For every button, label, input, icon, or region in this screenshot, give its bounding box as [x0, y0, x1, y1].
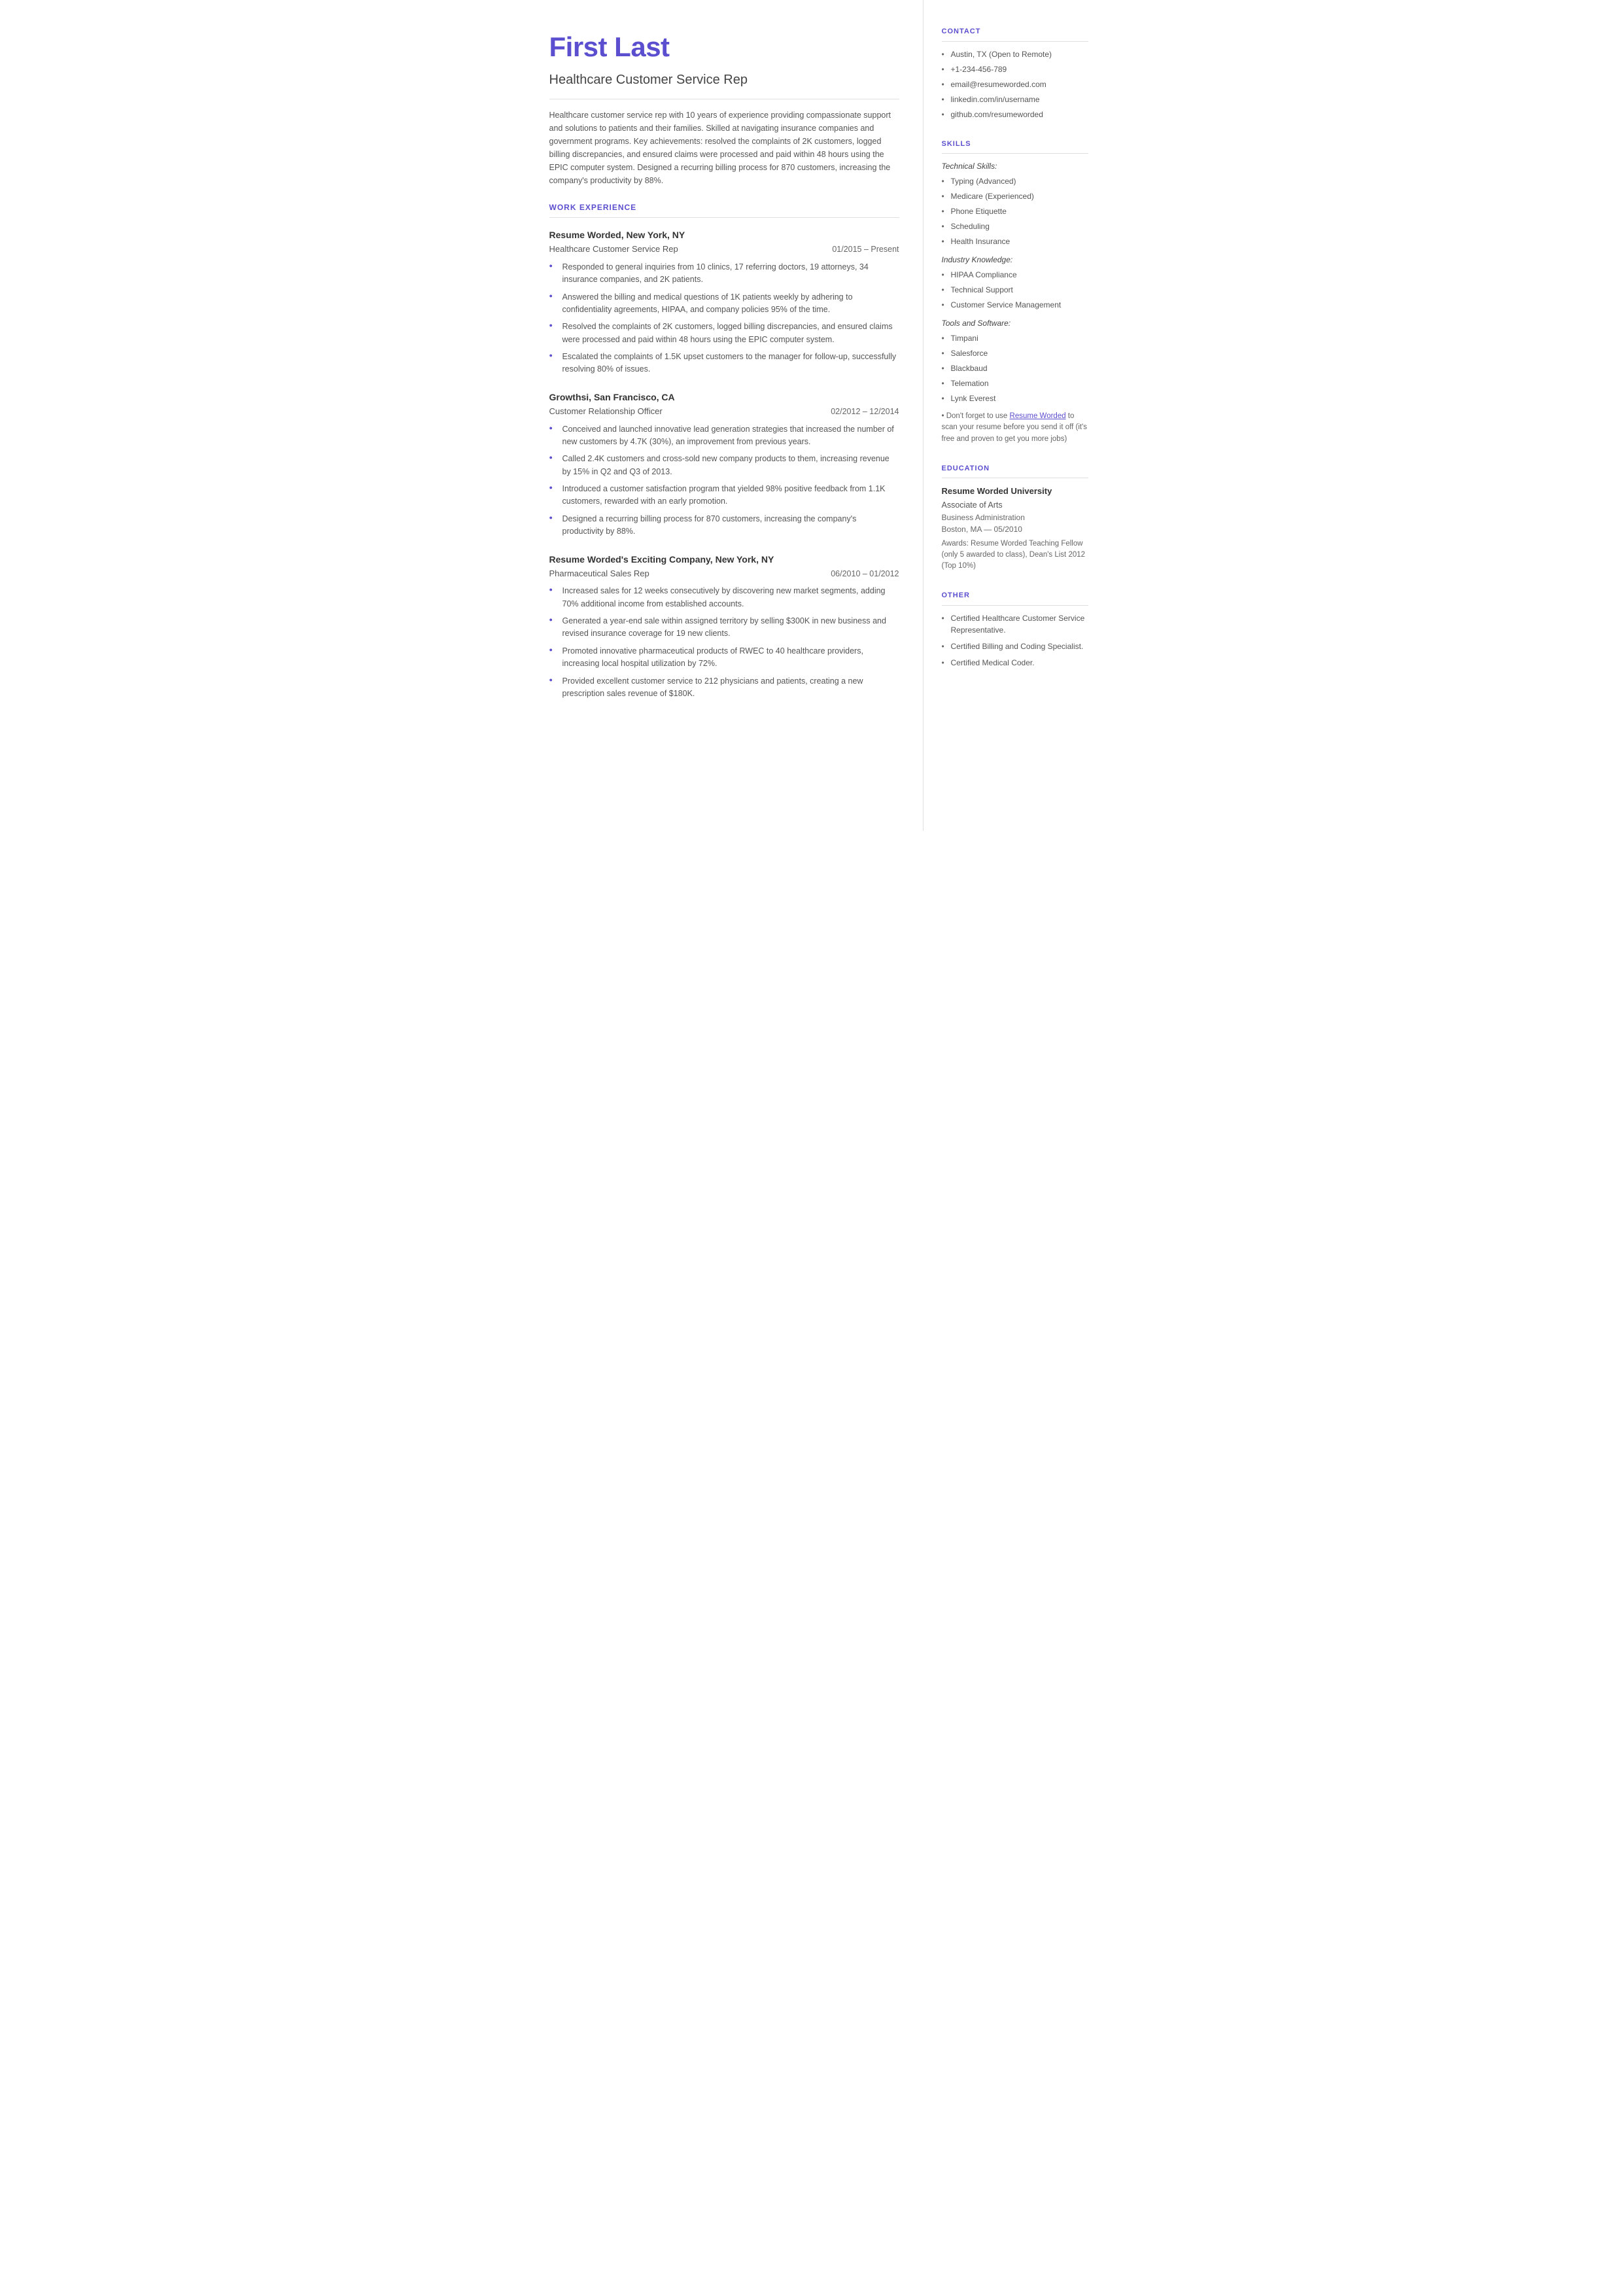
skill-hipaa: HIPAA Compliance	[942, 269, 1088, 281]
job-role-2: Customer Relationship Officer	[549, 405, 663, 418]
job-bullets-1: Responded to general inquiries from 10 c…	[549, 261, 899, 376]
edu-school: Resume Worded University	[942, 485, 1088, 498]
technical-skills-list: Typing (Advanced) Medicare (Experienced)…	[942, 175, 1088, 247]
bullet-2-1: Conceived and launched innovative lead g…	[549, 423, 899, 449]
edu-field: Business Administration	[942, 512, 1088, 523]
skills-header: SKILLS	[942, 139, 1088, 154]
job-role-3: Pharmaceutical Sales Rep	[549, 567, 649, 580]
edu-location-date: Boston, MA — 05/2010	[942, 523, 1088, 535]
bullet-3-3: Promoted innovative pharmaceutical produ…	[549, 645, 899, 671]
skill-typing: Typing (Advanced)	[942, 175, 1088, 187]
contact-linkedin: linkedin.com/in/username	[942, 94, 1088, 105]
contact-github: github.com/resumeworded	[942, 109, 1088, 120]
bullet-2-2: Called 2.4K customers and cross-sold new…	[549, 453, 899, 478]
job-block-3: Resume Worded's Exciting Company, New Yo…	[549, 553, 899, 701]
job-company-2: Growthsi, San Francisco, CA	[549, 391, 899, 404]
skill-phone-etiquette: Phone Etiquette	[942, 205, 1088, 217]
tool-blackbaud: Blackbaud	[942, 362, 1088, 374]
work-experience-header: WORK EXPERIENCE	[549, 201, 899, 218]
education-header: EDUCATION	[942, 463, 1088, 479]
bullet-1-2: Answered the billing and medical questio…	[549, 291, 899, 317]
skill-scheduling: Scheduling	[942, 220, 1088, 232]
contact-list: Austin, TX (Open to Remote) +1-234-456-7…	[942, 48, 1088, 120]
bullet-2-4: Designed a recurring billing process for…	[549, 513, 899, 538]
bullet-3-1: Increased sales for 12 weeks consecutive…	[549, 585, 899, 610]
other-item-1: Certified Healthcare Customer Service Re…	[942, 612, 1088, 636]
summary-text: Healthcare customer service rep with 10 …	[549, 109, 899, 187]
bullet-1-1: Responded to general inquiries from 10 c…	[549, 261, 899, 287]
other-header: OTHER	[942, 590, 1088, 606]
right-column: CONTACT Austin, TX (Open to Remote) +1-2…	[924, 0, 1107, 831]
contact-location: Austin, TX (Open to Remote)	[942, 48, 1088, 60]
skill-technical-support: Technical Support	[942, 284, 1088, 296]
tool-telemation: Telemation	[942, 377, 1088, 389]
edu-degree: Associate of Arts	[942, 499, 1088, 512]
skill-health-insurance: Health Insurance	[942, 236, 1088, 247]
job-dates-1: 01/2015 – Present	[832, 243, 899, 256]
job-role-1: Healthcare Customer Service Rep	[549, 243, 678, 256]
job-bullets-2: Conceived and launched innovative lead g…	[549, 423, 899, 538]
job-company-1: Resume Worded, New York, NY	[549, 228, 899, 242]
bullet-3-2: Generated a year-end sale within assigne…	[549, 615, 899, 640]
contact-header: CONTACT	[942, 26, 1088, 42]
other-list: Certified Healthcare Customer Service Re…	[942, 612, 1088, 669]
industry-knowledge-label: Industry Knowledge:	[942, 254, 1088, 266]
contact-email: email@resumeworded.com	[942, 79, 1088, 90]
candidate-name: First Last	[549, 26, 899, 67]
job-dates-3: 06/2010 – 01/2012	[831, 568, 899, 580]
tool-timpani: Timpani	[942, 332, 1088, 344]
tools-list: Timpani Salesforce Blackbaud Telemation …	[942, 332, 1088, 404]
tool-salesforce: Salesforce	[942, 347, 1088, 359]
edu-awards: Awards: Resume Worded Teaching Fellow (o…	[942, 538, 1088, 572]
other-item-2: Certified Billing and Coding Specialist.	[942, 640, 1088, 652]
job-block-2: Growthsi, San Francisco, CA Customer Rel…	[549, 391, 899, 538]
technical-skills-label: Technical Skills:	[942, 160, 1088, 172]
bullet-1-3: Resolved the complaints of 2K customers,…	[549, 321, 899, 346]
skills-section: SKILLS Technical Skills: Typing (Advance…	[942, 139, 1088, 445]
bullet-3-4: Provided excellent customer service to 2…	[549, 675, 899, 701]
skills-note: • Don't forget to use Resume Worded to s…	[942, 411, 1088, 445]
job-dates-2: 02/2012 – 12/2014	[831, 406, 899, 418]
education-section: EDUCATION Resume Worded University Assoc…	[942, 463, 1088, 572]
industry-knowledge-list: HIPAA Compliance Technical Support Custo…	[942, 269, 1088, 311]
job-company-3: Resume Worded's Exciting Company, New Yo…	[549, 553, 899, 567]
other-section: OTHER Certified Healthcare Customer Serv…	[942, 590, 1088, 669]
bullet-2-3: Introduced a customer satisfaction progr…	[549, 483, 899, 508]
tool-lynk-everest: Lynk Everest	[942, 393, 1088, 404]
job-title-main: Healthcare Customer Service Rep	[549, 70, 899, 99]
other-item-3: Certified Medical Coder.	[942, 657, 1088, 669]
tools-label: Tools and Software:	[942, 317, 1088, 329]
job-bullets-3: Increased sales for 12 weeks consecutive…	[549, 585, 899, 700]
bullet-1-4: Escalated the complaints of 1.5K upset c…	[549, 351, 899, 376]
skill-customer-service-mgmt: Customer Service Management	[942, 299, 1088, 311]
job-block-1: Resume Worded, New York, NY Healthcare C…	[549, 228, 899, 376]
resume-worded-link[interactable]: Resume Worded	[1010, 412, 1066, 420]
contact-phone: +1-234-456-789	[942, 63, 1088, 75]
skill-medicare: Medicare (Experienced)	[942, 190, 1088, 202]
left-column: First Last Healthcare Customer Service R…	[518, 0, 924, 831]
contact-section: CONTACT Austin, TX (Open to Remote) +1-2…	[942, 26, 1088, 120]
